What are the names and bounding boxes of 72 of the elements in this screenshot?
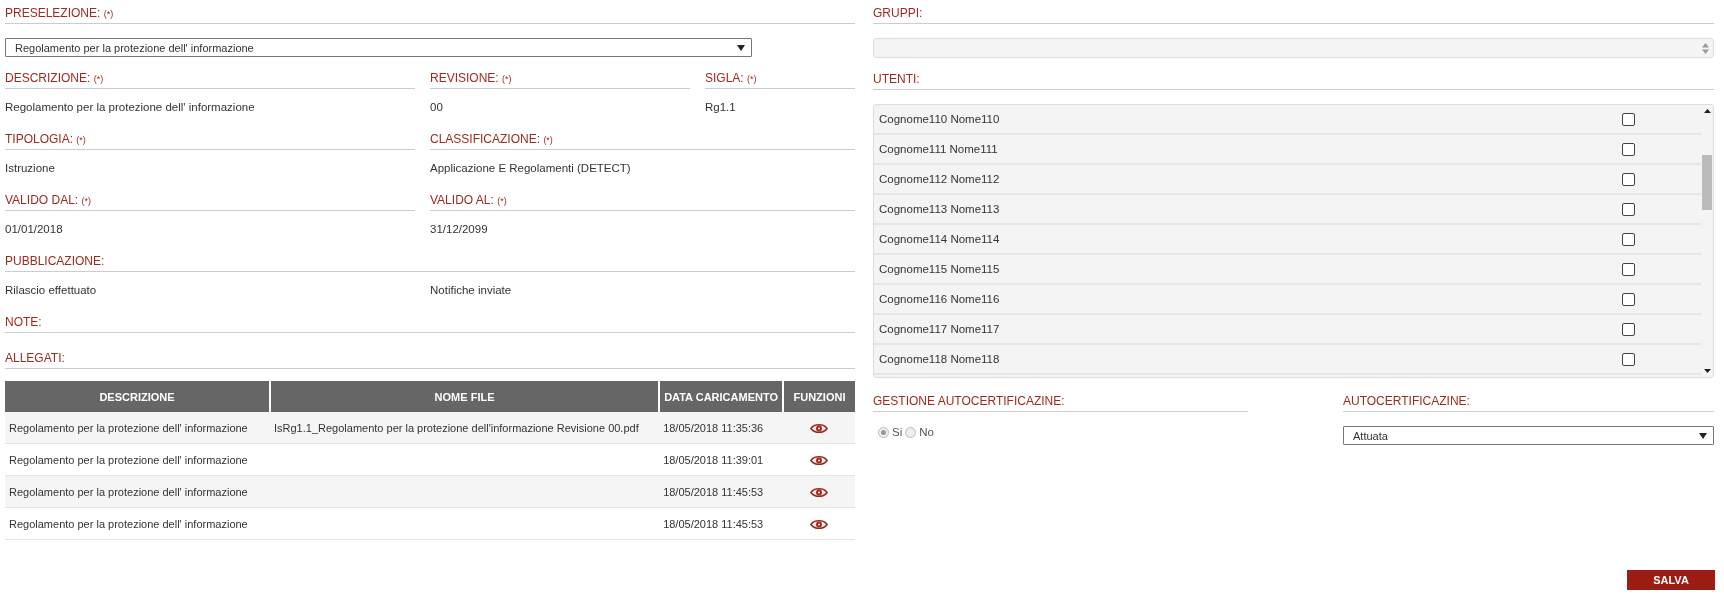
checkbox[interactable]: [1622, 292, 1635, 306]
user-name: Cognome117 Nome117: [879, 323, 1000, 335]
checkbox[interactable]: [1622, 172, 1635, 186]
field-label: CLASSIFICAZIONE: (*): [430, 126, 855, 150]
table-cell: 18/05/2018 11:45:53: [659, 475, 783, 508]
field-label: ALLEGATI:: [5, 345, 855, 369]
user-name: Cognome116 Nome116: [879, 293, 1000, 305]
field-label: GESTIONE AUTOCERTIFICAZINE:: [873, 388, 1248, 412]
column-header: DESCRIZIONE: [5, 381, 270, 412]
column-header: FUNZIONI: [783, 381, 855, 412]
field-value: 00: [430, 100, 444, 115]
radio-label: No: [919, 426, 934, 438]
self-certification-dropdown[interactable]: Attuata: [1343, 426, 1714, 445]
field-value: 01/01/2018: [5, 222, 64, 237]
field-label: PUBBLICAZIONE:: [5, 248, 855, 272]
field-label: AUTOCERTIFICAZINE:: [1343, 388, 1714, 412]
scroll-up-arrow-icon[interactable]: [1703, 109, 1711, 113]
table-cell: IsRg1.1_Regolamento per la protezione dell'informazione Revisione 00.pdf: [270, 412, 660, 444]
field-label: UTENTI:: [873, 66, 1714, 90]
field-label: PRESELEZIONE: (*): [5, 0, 855, 24]
field-value: Regolamento per la protezione dell' informazione: [5, 100, 256, 115]
radio-label: Si: [892, 426, 903, 438]
groups-field[interactable]: [873, 38, 1714, 58]
field-value: 31/12/2099: [430, 222, 489, 237]
eye-icon[interactable]: [810, 518, 828, 530]
user-name: Cognome114 Nome114: [879, 233, 1000, 245]
user-name: Cognome110 Nome110: [879, 113, 1000, 125]
eye-icon[interactable]: [810, 422, 828, 434]
column-header: NOME FILE: [270, 381, 660, 412]
user-name: Cognome118 Nome118: [879, 353, 1000, 365]
checkbox[interactable]: [1622, 202, 1635, 216]
table-cell: 18/05/2018 11:45:53: [659, 507, 783, 540]
user-name: Cognome112 Nome112: [879, 173, 1000, 185]
table-cell: Regolamento per la protezione dell' informazione: [5, 412, 270, 444]
checkbox[interactable]: [1622, 322, 1635, 336]
field-value: Applicazione E Regolamenti (DETECT): [430, 161, 632, 176]
field-label: GRUPPI:: [873, 0, 1714, 24]
field-value: Istruzione: [5, 161, 56, 176]
preselection-dropdown[interactable]: Regolamento per la protezione dell' informazione: [5, 38, 752, 57]
save-button[interactable]: SALVA: [1627, 570, 1715, 590]
field-label: VALIDO DAL: (*): [5, 187, 415, 211]
scrollbar[interactable]: [1701, 105, 1713, 377]
eye-icon[interactable]: [810, 486, 828, 498]
dropdown-caret-icon: [737, 44, 745, 51]
table-cell: 18/05/2018 11:39:01: [659, 443, 783, 476]
checkbox[interactable]: [1622, 112, 1635, 126]
scroll-down-arrow-icon[interactable]: [1703, 369, 1711, 373]
dropdown-caret-icon: [1699, 432, 1707, 439]
field-label: DESCRIZIONE: (*): [5, 65, 415, 89]
checkbox[interactable]: [1622, 142, 1635, 156]
field-label: NOTE:: [5, 309, 855, 333]
field-value: Notifiche inviate: [430, 283, 513, 298]
checkbox[interactable]: [1622, 352, 1635, 366]
scrollbar-thumb[interactable]: [1702, 155, 1712, 210]
table-cell: Regolamento per la protezione dell' informazione: [5, 475, 270, 508]
eye-icon[interactable]: [810, 454, 828, 466]
field-label: TIPOLOGIA: (*): [5, 126, 415, 150]
field-label: SIGLA: (*): [705, 65, 855, 89]
table-cell: 18/05/2018 11:35:36: [659, 412, 783, 444]
user-name: Cognome113 Nome113: [879, 203, 1000, 215]
table-cell: Regolamento per la protezione dell' informazione: [5, 443, 270, 476]
field-label: VALIDO AL: (*): [430, 187, 855, 211]
checkbox[interactable]: [1622, 262, 1635, 276]
spinner-arrows-icon[interactable]: [1702, 42, 1709, 54]
field-label: REVISIONE: (*): [430, 65, 690, 89]
user-name: Cognome115 Nome115: [879, 263, 1000, 275]
user-name: Cognome111 Nome111: [879, 143, 998, 155]
table-cell: Regolamento per la protezione dell' informazione: [5, 507, 270, 540]
field-value: Rg1.1: [705, 100, 737, 115]
field-value: Rilascio effettuato: [5, 283, 98, 298]
checkbox[interactable]: [1622, 232, 1635, 246]
column-header: DATA CARICAMENTO: [659, 381, 783, 412]
